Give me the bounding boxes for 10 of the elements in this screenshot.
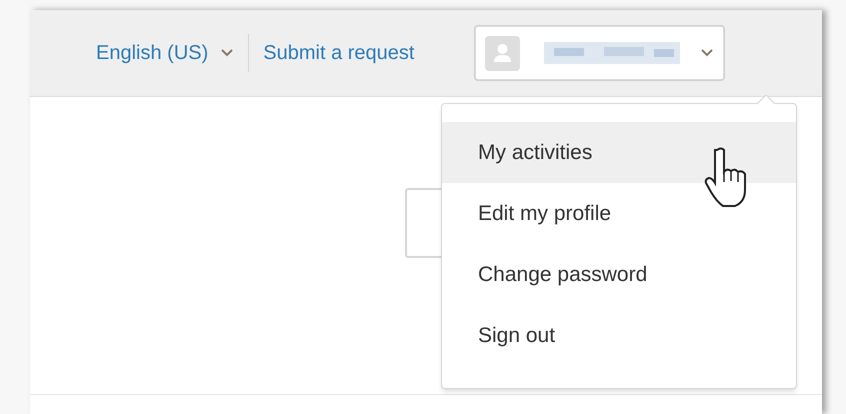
submit-request-link[interactable]: Submit a request [263,38,414,68]
avatar-icon [485,36,520,70]
menu-item[interactable]: Change password [442,244,796,305]
user-menu-button[interactable] [475,26,724,80]
language-selector[interactable]: English (US) [96,38,234,68]
caret-icon [220,48,234,58]
menu-item[interactable]: My activities [442,122,796,183]
menu-item[interactable]: Edit my profile [442,183,796,244]
menu-item[interactable]: Sign out [442,305,796,366]
caret-icon [700,48,714,58]
